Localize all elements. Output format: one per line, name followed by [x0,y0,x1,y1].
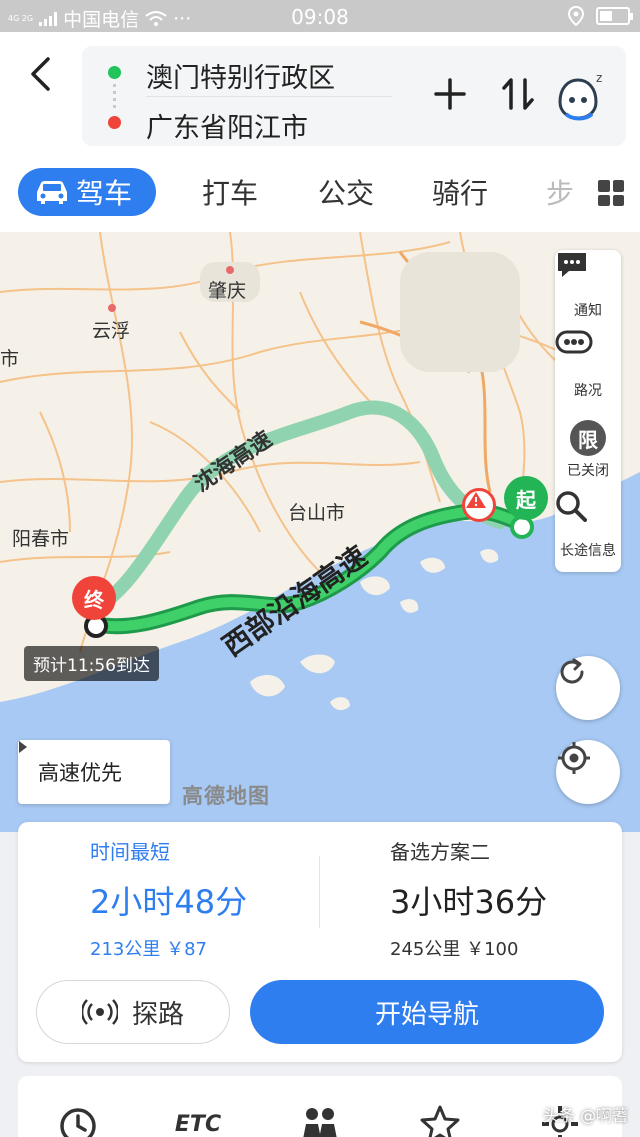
more-modes-grid-icon[interactable] [598,180,624,206]
locate-button[interactable] [556,740,620,804]
restriction-label: 已关闭 [567,463,609,479]
route-fee: ￥100 [466,939,519,960]
star-icon[interactable] [418,1102,462,1137]
route-distance: 245公里 [390,939,461,960]
traffic-label: 路况 [574,383,602,399]
tab-walk[interactable]: 步 [546,168,574,216]
back-arrow-icon [31,57,50,91]
transport-tabs: 驾车 打车 公交 骑行 步 [0,154,640,232]
city-label-yangchun: 阳春市 [12,528,70,550]
bottom-toolbar: ETC [18,1076,622,1137]
assistant-robot-icon: z [558,71,602,121]
longtrip-tool[interactable]: 长途信息 [555,490,621,570]
traffic-icon [555,330,606,376]
tab-bus[interactable]: 公交 [318,168,374,216]
route-option-1[interactable]: 时间最短 2小时48分 213公里 ￥87 [90,836,247,961]
map-tools: 通知 路况 限 已关闭 长途信息 [555,250,621,572]
battery-icon [596,7,633,25]
schedule-icon[interactable] [56,1102,100,1137]
city-label-zhaoqing: 肇庆 [208,280,247,302]
message-icon [558,253,606,296]
city-label-taishan: 台山市 [288,502,346,524]
restriction-icon: 限 [570,420,606,456]
route-options-card: 时间最短 2小时48分 213公里 ￥87 备选方案二 3小时36分 245公里… [18,822,622,1062]
group-icon[interactable] [298,1102,342,1137]
back-button[interactable] [22,54,58,94]
construction-warning-icon[interactable] [462,488,496,522]
route-option-time: 3小时36分 [390,883,548,921]
swap-route-button[interactable] [500,76,536,112]
route-preference-button[interactable]: 高速优先 [18,740,170,804]
refresh-icon [560,658,584,684]
destination-dot-icon [108,116,121,129]
locate-icon [558,742,590,774]
traffic-tool[interactable]: 路况 [555,330,621,410]
notify-tool[interactable]: 通知 [555,250,621,330]
route-distance: 213公里 [90,939,161,960]
plus-icon [434,78,466,110]
clock: 09:08 [291,5,349,29]
refresh-button[interactable] [556,656,620,720]
start-navigation-button[interactable]: 开始导航 [250,980,604,1044]
longtrip-label: 长途信息 [560,543,616,559]
add-waypoint-button[interactable] [432,76,468,112]
location-icon [568,6,584,26]
route-option-name: 时间最短 [90,840,170,864]
tab-drive[interactable]: 驾车 [18,168,156,216]
restriction-tool[interactable]: 限 已关闭 [555,410,621,490]
assistant-button[interactable]: z [552,68,608,124]
route-preference-label: 高速优先 [38,761,122,785]
tab-ride[interactable]: 骑行 [432,168,488,216]
divider [319,856,320,928]
watermark: 头条 @啊蓍 [542,1106,628,1125]
end-marker[interactable]: 终 [72,576,116,620]
route-input-box: 澳门特别行政区 广东省阳江市 z [82,46,626,146]
route-header: 澳门特别行政区 广东省阳江市 z [0,32,640,154]
explore-route-label: 探路 [131,999,184,1030]
route-connector [113,84,116,112]
origin-dot-icon [108,66,121,79]
car-icon [37,181,67,204]
triangle-right-icon [19,741,27,753]
status-bar: 4G 2G 中国电信 ··· 09:08 [0,0,640,32]
route-option-meta: 213公里 ￥87 [90,935,247,961]
eta-bubble: 预计11:56到达 [24,646,159,681]
city-label-yunfu: 云浮 [92,320,131,342]
svg-text:z: z [596,71,602,85]
origin-field[interactable]: 澳门特别行政区 [146,56,335,95]
route-option-2[interactable]: 备选方案二 3小时36分 245公里 ￥100 [390,836,547,961]
map-logo: 高德地图 [182,784,270,808]
status-right [568,6,633,26]
explore-route-button[interactable]: 探路 [36,980,230,1044]
destination-field[interactable]: 广东省阳江市 [146,106,308,145]
restriction-glyph: 限 [570,420,606,456]
swap-icon [502,78,534,110]
route-option-name: 备选方案二 [390,840,490,864]
start-marker[interactable]: 起 [504,476,548,520]
divider [146,96,392,97]
map-view[interactable]: 肇庆 云浮 台山市 阳春市 市 沈海高速 西部沿海高速 起 终 预计11:56到… [0,232,640,832]
city-label-edge: 市 [0,348,20,370]
search-icon [556,491,606,536]
tab-drive-label: 驾车 [76,177,133,210]
route-option-time: 2小时48分 [90,883,248,921]
route-option-meta: 245公里 ￥100 [390,935,547,961]
notify-label: 通知 [574,303,602,319]
tab-taxi[interactable]: 打车 [202,168,258,216]
route-fee: ￥87 [166,939,207,960]
broadcast-icon [81,999,118,1025]
etc-button[interactable]: ETC [175,1102,221,1137]
